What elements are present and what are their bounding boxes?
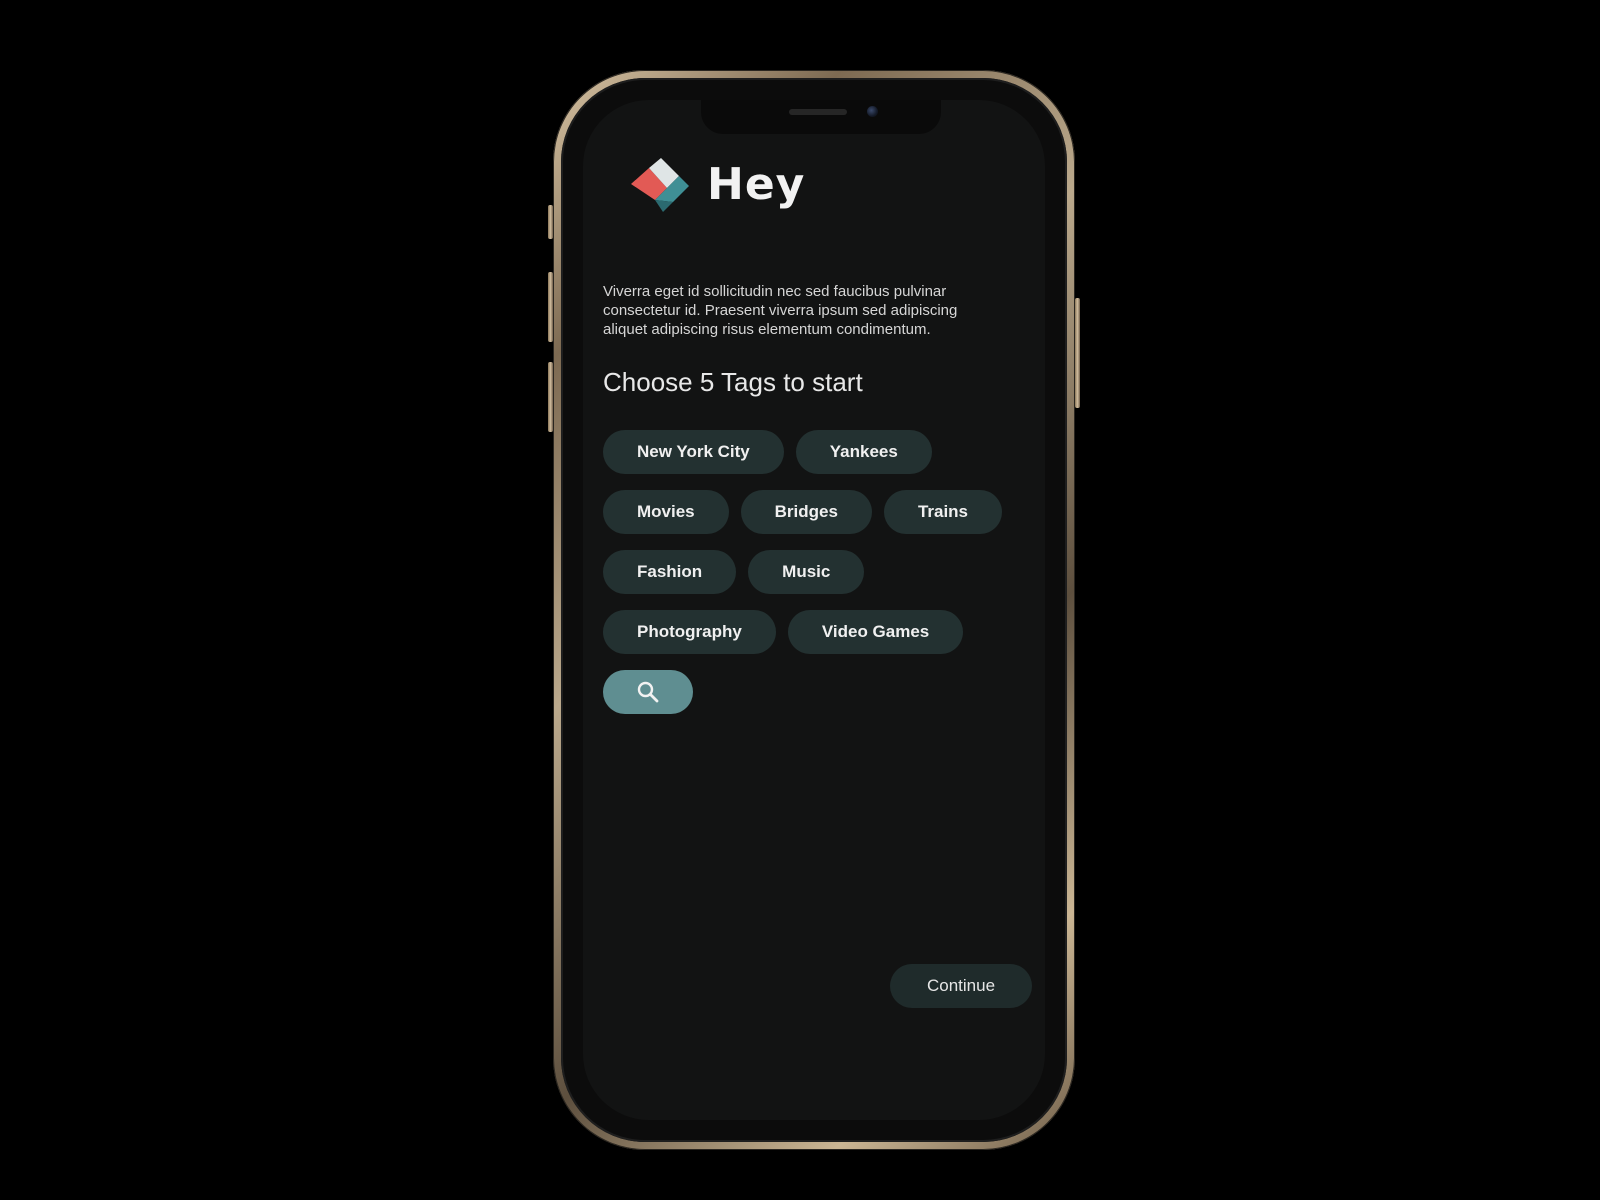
phone-bezel: Hey Viverra eget id sollicitudin nec sed… [561,78,1067,1142]
tag-new-york-city[interactable]: New York City [603,430,784,474]
tag-row: Movies Bridges Trains [603,490,1023,534]
phone-screen: Hey Viverra eget id sollicitudin nec sed… [583,100,1045,1120]
tag-yankees[interactable]: Yankees [795,430,932,474]
tag-music[interactable]: Music [748,550,865,594]
tag-bridges[interactable]: Bridges [740,490,872,534]
search-tags-button[interactable] [603,670,693,714]
tag-video-games[interactable]: Video Games [787,610,964,654]
continue-button[interactable]: Continue [890,964,1032,1008]
tag-list: New York City Yankees Movies Bridges Tra… [603,430,1023,730]
speaker-grille [789,109,847,115]
front-camera [867,106,878,117]
stage: Hey Viverra eget id sollicitudin nec sed… [0,0,1600,1200]
app-title: Hey [707,158,806,210]
tag-trains[interactable]: Trains [883,490,1003,534]
app-logo-icon [631,158,689,212]
tag-row: Photography Video Games [603,610,1023,654]
tag-photography[interactable]: Photography [603,610,776,654]
tag-row: New York City Yankees [603,430,1023,474]
power-button [1075,298,1080,408]
phone-frame: Hey Viverra eget id sollicitudin nec sed… [553,70,1075,1150]
intro-text: Viverra eget id sollicitudin nec sed fau… [603,283,958,338]
tag-movies[interactable]: Movies [603,490,729,534]
section-title: Choose 5 Tags to start [603,367,863,397]
tag-fashion[interactable]: Fashion [603,550,737,594]
notch [701,100,941,134]
tag-row: Fashion Music [603,550,1023,594]
app-header: Hey [627,154,805,214]
search-icon [637,681,659,703]
tag-row [603,670,1023,714]
